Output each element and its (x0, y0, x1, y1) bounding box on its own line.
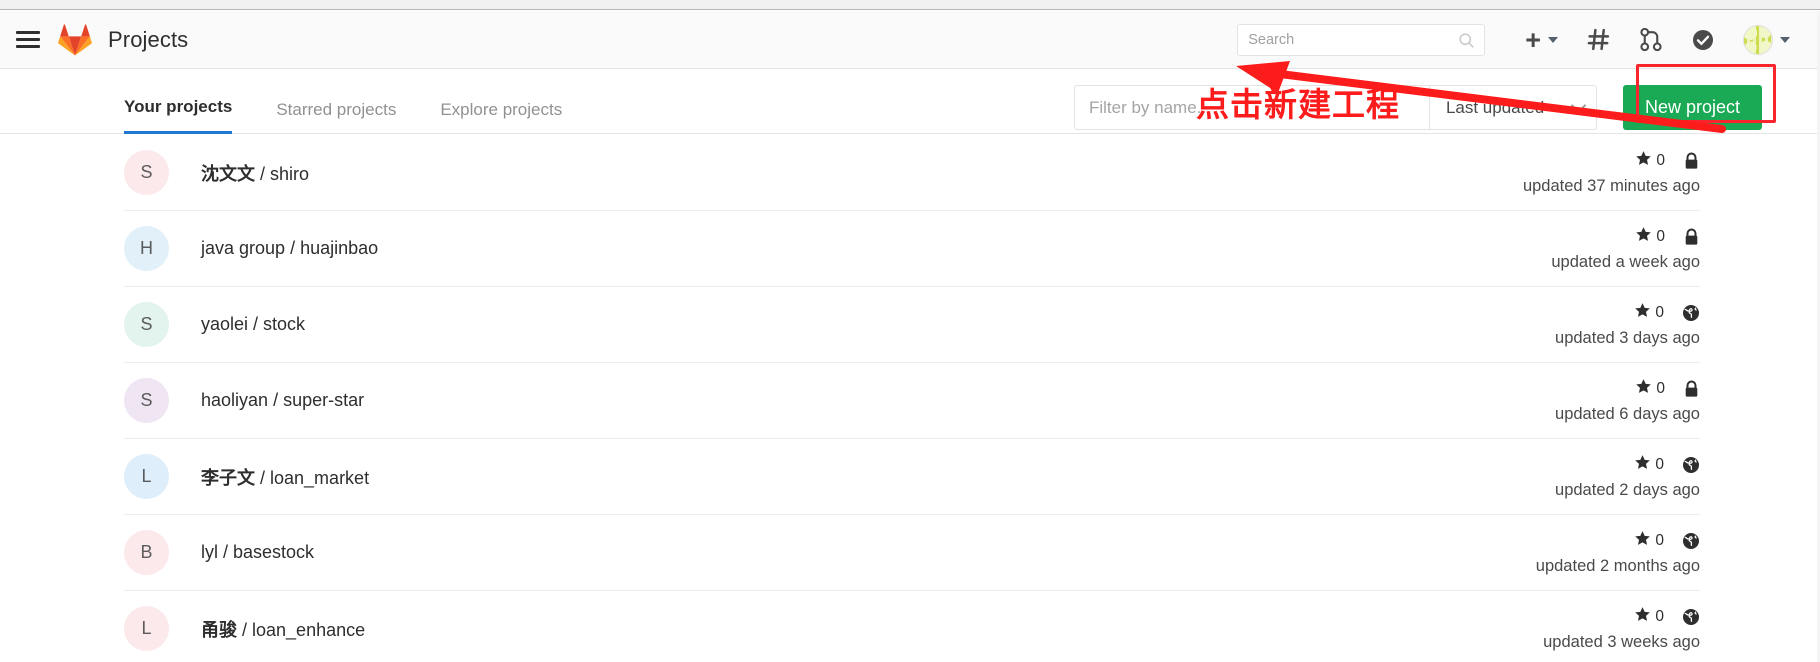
star-count-badge[interactable]: 0 (1635, 226, 1665, 248)
globe-icon (1682, 608, 1700, 626)
project-updated-time: updated 37 minutes ago (1522, 176, 1700, 195)
project-meta: 0 updated a week ago (1551, 226, 1700, 272)
project-avatar: H (124, 226, 169, 271)
search-input[interactable] (1248, 31, 1475, 48)
project-row[interactable]: Hjava group / huajinbao 0 updated a week a… (124, 211, 1700, 287)
merge-request-icon (1640, 27, 1662, 52)
chevron-down-icon (1780, 36, 1790, 43)
project-avatar: L (124, 606, 169, 651)
globe-icon (1682, 456, 1700, 474)
merge-requests-button[interactable] (1639, 27, 1663, 52)
star-count-badge[interactable]: 0 (1635, 378, 1665, 400)
project-meta: 0 updated 6 days ago (1555, 378, 1700, 424)
filter-by-name-field[interactable] (1073, 85, 1429, 130)
project-row[interactable]: Syaolei / stock 0 updated 3 days ago (124, 287, 1700, 363)
new-project-button[interactable]: New project (1622, 85, 1762, 130)
lock-icon (1683, 379, 1700, 398)
star-count-badge[interactable]: 0 (1634, 302, 1664, 324)
tab-starred-projects[interactable]: Starred projects (276, 100, 396, 134)
project-meta: 0 updated 2 days ago (1555, 454, 1700, 500)
project-row[interactable]: Shaoliyan / super-star 0 updated 6 days ag… (124, 363, 1700, 439)
star-icon (1635, 378, 1652, 400)
issues-hash-icon (1587, 28, 1610, 51)
project-updated-time: updated a week ago (1551, 252, 1700, 271)
project-avatar: S (124, 378, 169, 423)
star-count-value: 0 (1655, 531, 1664, 549)
top-navbar: Projects + (0, 11, 1820, 69)
gitlab-projects-page: Projects + (0, 0, 1820, 662)
project-row[interactable]: L 甬骏 / loan_enhance 0 updated 3 weeks ago (124, 591, 1700, 662)
globe-icon (1682, 532, 1700, 550)
project-meta: 0 updated 37 minutes ago (1523, 150, 1700, 196)
navbar-right-group: + (1237, 23, 1820, 56)
project-avatar: L (124, 454, 169, 499)
todos-button[interactable] (1691, 28, 1715, 52)
project-meta: 0 updated 3 days ago (1555, 302, 1700, 348)
sort-dropdown[interactable]: Last updated (1428, 85, 1597, 130)
project-updated-time: updated 3 weeks ago (1543, 632, 1700, 651)
project-updated-time: updated 2 days ago (1555, 480, 1700, 499)
star-icon (1635, 150, 1652, 172)
project-tabs: Your projects Starred projects Explore p… (124, 82, 606, 134)
star-count-value: 0 (1655, 455, 1664, 473)
tab-explore-projects[interactable]: Explore projects (440, 100, 562, 134)
project-name-link[interactable]: 李子文 / loan_market (201, 464, 369, 490)
project-name-link[interactable]: 沈文文 / shiro (201, 160, 309, 186)
star-count-badge[interactable]: 0 (1634, 606, 1664, 628)
project-meta: 0 updated 3 weeks ago (1543, 606, 1700, 652)
todos-check-icon (1693, 29, 1713, 50)
project-name-link[interactable]: yaolei / stock (201, 314, 305, 335)
star-icon (1634, 606, 1651, 628)
chevron-down-icon (1548, 36, 1558, 43)
project-updated-time: updated 2 months ago (1535, 556, 1700, 575)
page-title: Projects (108, 26, 189, 52)
project-name-link[interactable]: lyl / basestock (201, 542, 314, 563)
lock-icon (1683, 227, 1700, 246)
lock-icon (1683, 151, 1700, 170)
star-icon (1634, 454, 1651, 476)
star-icon (1634, 530, 1651, 552)
star-count-value: 0 (1656, 227, 1665, 245)
project-avatar: B (124, 530, 169, 575)
star-count-badge[interactable]: 0 (1635, 150, 1665, 172)
star-icon (1635, 226, 1652, 248)
project-row[interactable]: Blyl / basestock 0 updated 2 months ago (124, 515, 1700, 591)
tab-your-projects[interactable]: Your projects (124, 97, 233, 134)
project-name-link[interactable]: java group / huajinbao (201, 238, 378, 259)
project-row[interactable]: S 沈文文 / shiro 0 updated 37 minutes ago (124, 135, 1700, 211)
sort-dropdown-label: Last updated (1445, 97, 1545, 117)
project-updated-time: updated 6 days ago (1555, 404, 1700, 423)
star-count-badge[interactable]: 0 (1634, 530, 1664, 552)
plus-icon: + (1525, 24, 1541, 55)
project-list: S 沈文文 / shiro 0 updated 37 minutes ago Hjava… (124, 135, 1700, 662)
star-count-badge[interactable]: 0 (1634, 454, 1664, 476)
chevron-down-icon (1570, 97, 1587, 113)
star-count-value: 0 (1655, 607, 1664, 625)
star-icon (1634, 302, 1651, 324)
filter-by-name-input[interactable] (1088, 97, 1415, 118)
star-count-value: 0 (1656, 151, 1665, 169)
gitlab-logo-icon[interactable] (58, 23, 92, 56)
avatar (1743, 24, 1773, 55)
project-avatar: S (124, 150, 169, 195)
globe-icon (1682, 304, 1700, 322)
project-name-link[interactable]: haoliyan / super-star (201, 390, 364, 411)
search-box[interactable] (1237, 23, 1486, 56)
project-meta: 0 updated 2 months ago (1536, 530, 1700, 576)
project-row[interactable]: L 李子文 / loan_market 0 updated 2 days ago (124, 439, 1700, 515)
project-updated-time: updated 3 days ago (1555, 328, 1700, 347)
browser-chrome-strip (0, 0, 1820, 10)
star-count-value: 0 (1656, 379, 1665, 397)
issues-button[interactable] (1586, 27, 1611, 52)
project-filter-controls: Last updated New project (1073, 85, 1762, 130)
new-dropdown-button[interactable]: + (1525, 24, 1558, 55)
search-icon (1459, 32, 1475, 48)
project-name-link[interactable]: 甬骏 / loan_enhance (201, 616, 365, 642)
project-avatar: S (124, 302, 169, 347)
hamburger-menu-icon[interactable] (16, 30, 40, 49)
user-menu-button[interactable] (1743, 24, 1790, 55)
star-count-value: 0 (1655, 303, 1664, 321)
